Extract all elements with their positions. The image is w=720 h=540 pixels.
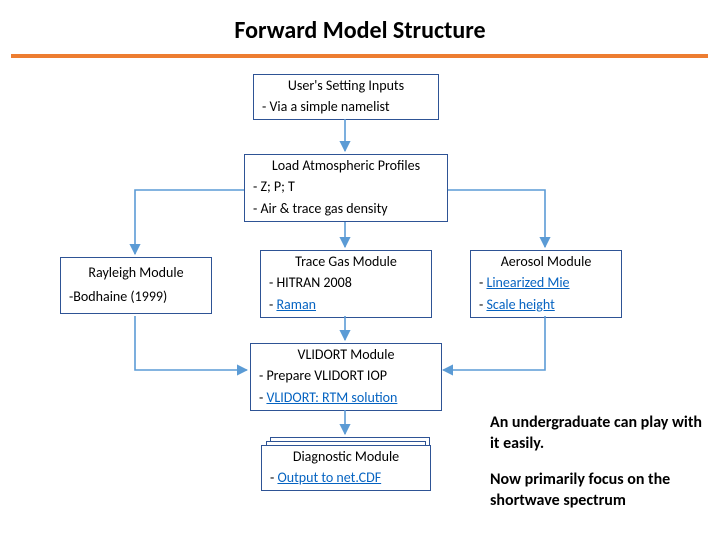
node-profiles-row: - Z; P; T — [245, 177, 447, 199]
node-inputs: User's Setting Inputs - Via a simple nam… — [253, 74, 439, 120]
node-tracegas: Trace Gas Module - HITRAN 2008 - Raman — [260, 250, 432, 318]
node-aerosol-header: Aerosol Module — [471, 251, 621, 273]
page-title: Forward Model Structure — [0, 16, 720, 45]
link-vlidort-rtm[interactable]: VLIDORT: RTM solution — [266, 389, 397, 406]
node-diag-row: - Output to net.CDF — [262, 468, 430, 490]
node-aerosol-row: - Linearized Mie — [471, 273, 621, 295]
node-vlidort-row: - Prepare VLIDORT IOP — [251, 366, 441, 388]
node-diag-header: Diagnostic Module — [262, 446, 430, 468]
node-vlidort: VLIDORT Module - Prepare VLIDORT IOP - V… — [250, 343, 442, 411]
link-linmie[interactable]: Linearized Mie — [486, 274, 569, 291]
node-profiles: Load Atmospheric Profiles - Z; P; T - Ai… — [244, 154, 448, 222]
annotation-shortwave: Now primarily focus on the shortwave spe… — [490, 470, 705, 512]
node-aerosol: Aerosol Module - Linearized Mie - Scale … — [470, 250, 622, 318]
node-diag: Diagnostic Module - Output to net.CDF — [261, 445, 431, 491]
node-profiles-header: Load Atmospheric Profiles — [245, 155, 447, 177]
link-raman[interactable]: Raman — [276, 296, 316, 313]
node-rayleigh: Rayleigh Module -Bodhaine (1999) — [60, 257, 212, 314]
node-tracegas-header: Trace Gas Module — [261, 251, 431, 273]
node-tracegas-row: - Raman — [261, 295, 431, 317]
node-tracegas-row: - HITRAN 2008 — [261, 273, 431, 295]
title-rule — [11, 54, 708, 58]
slide: Forward Model Structure User's Setting I… — [0, 0, 720, 540]
node-inputs-header: User's Setting Inputs — [254, 75, 438, 97]
node-inputs-row: - Via a simple namelist — [254, 97, 438, 119]
link-netcdf[interactable]: Output to net.CDF — [277, 469, 381, 486]
node-aerosol-row: - Scale height — [471, 295, 621, 317]
annotation-easy: An undergraduate can play with it easily… — [490, 413, 705, 455]
node-rayleigh-row: -Bodhaine (1999) — [61, 287, 211, 313]
node-profiles-row: - Air & trace gas density — [245, 199, 447, 221]
link-scaleheight[interactable]: Scale height — [486, 296, 554, 313]
node-vlidort-row: - VLIDORT: RTM solution — [251, 388, 441, 410]
node-rayleigh-header: Rayleigh Module — [61, 258, 211, 287]
node-vlidort-header: VLIDORT Module — [251, 344, 441, 366]
